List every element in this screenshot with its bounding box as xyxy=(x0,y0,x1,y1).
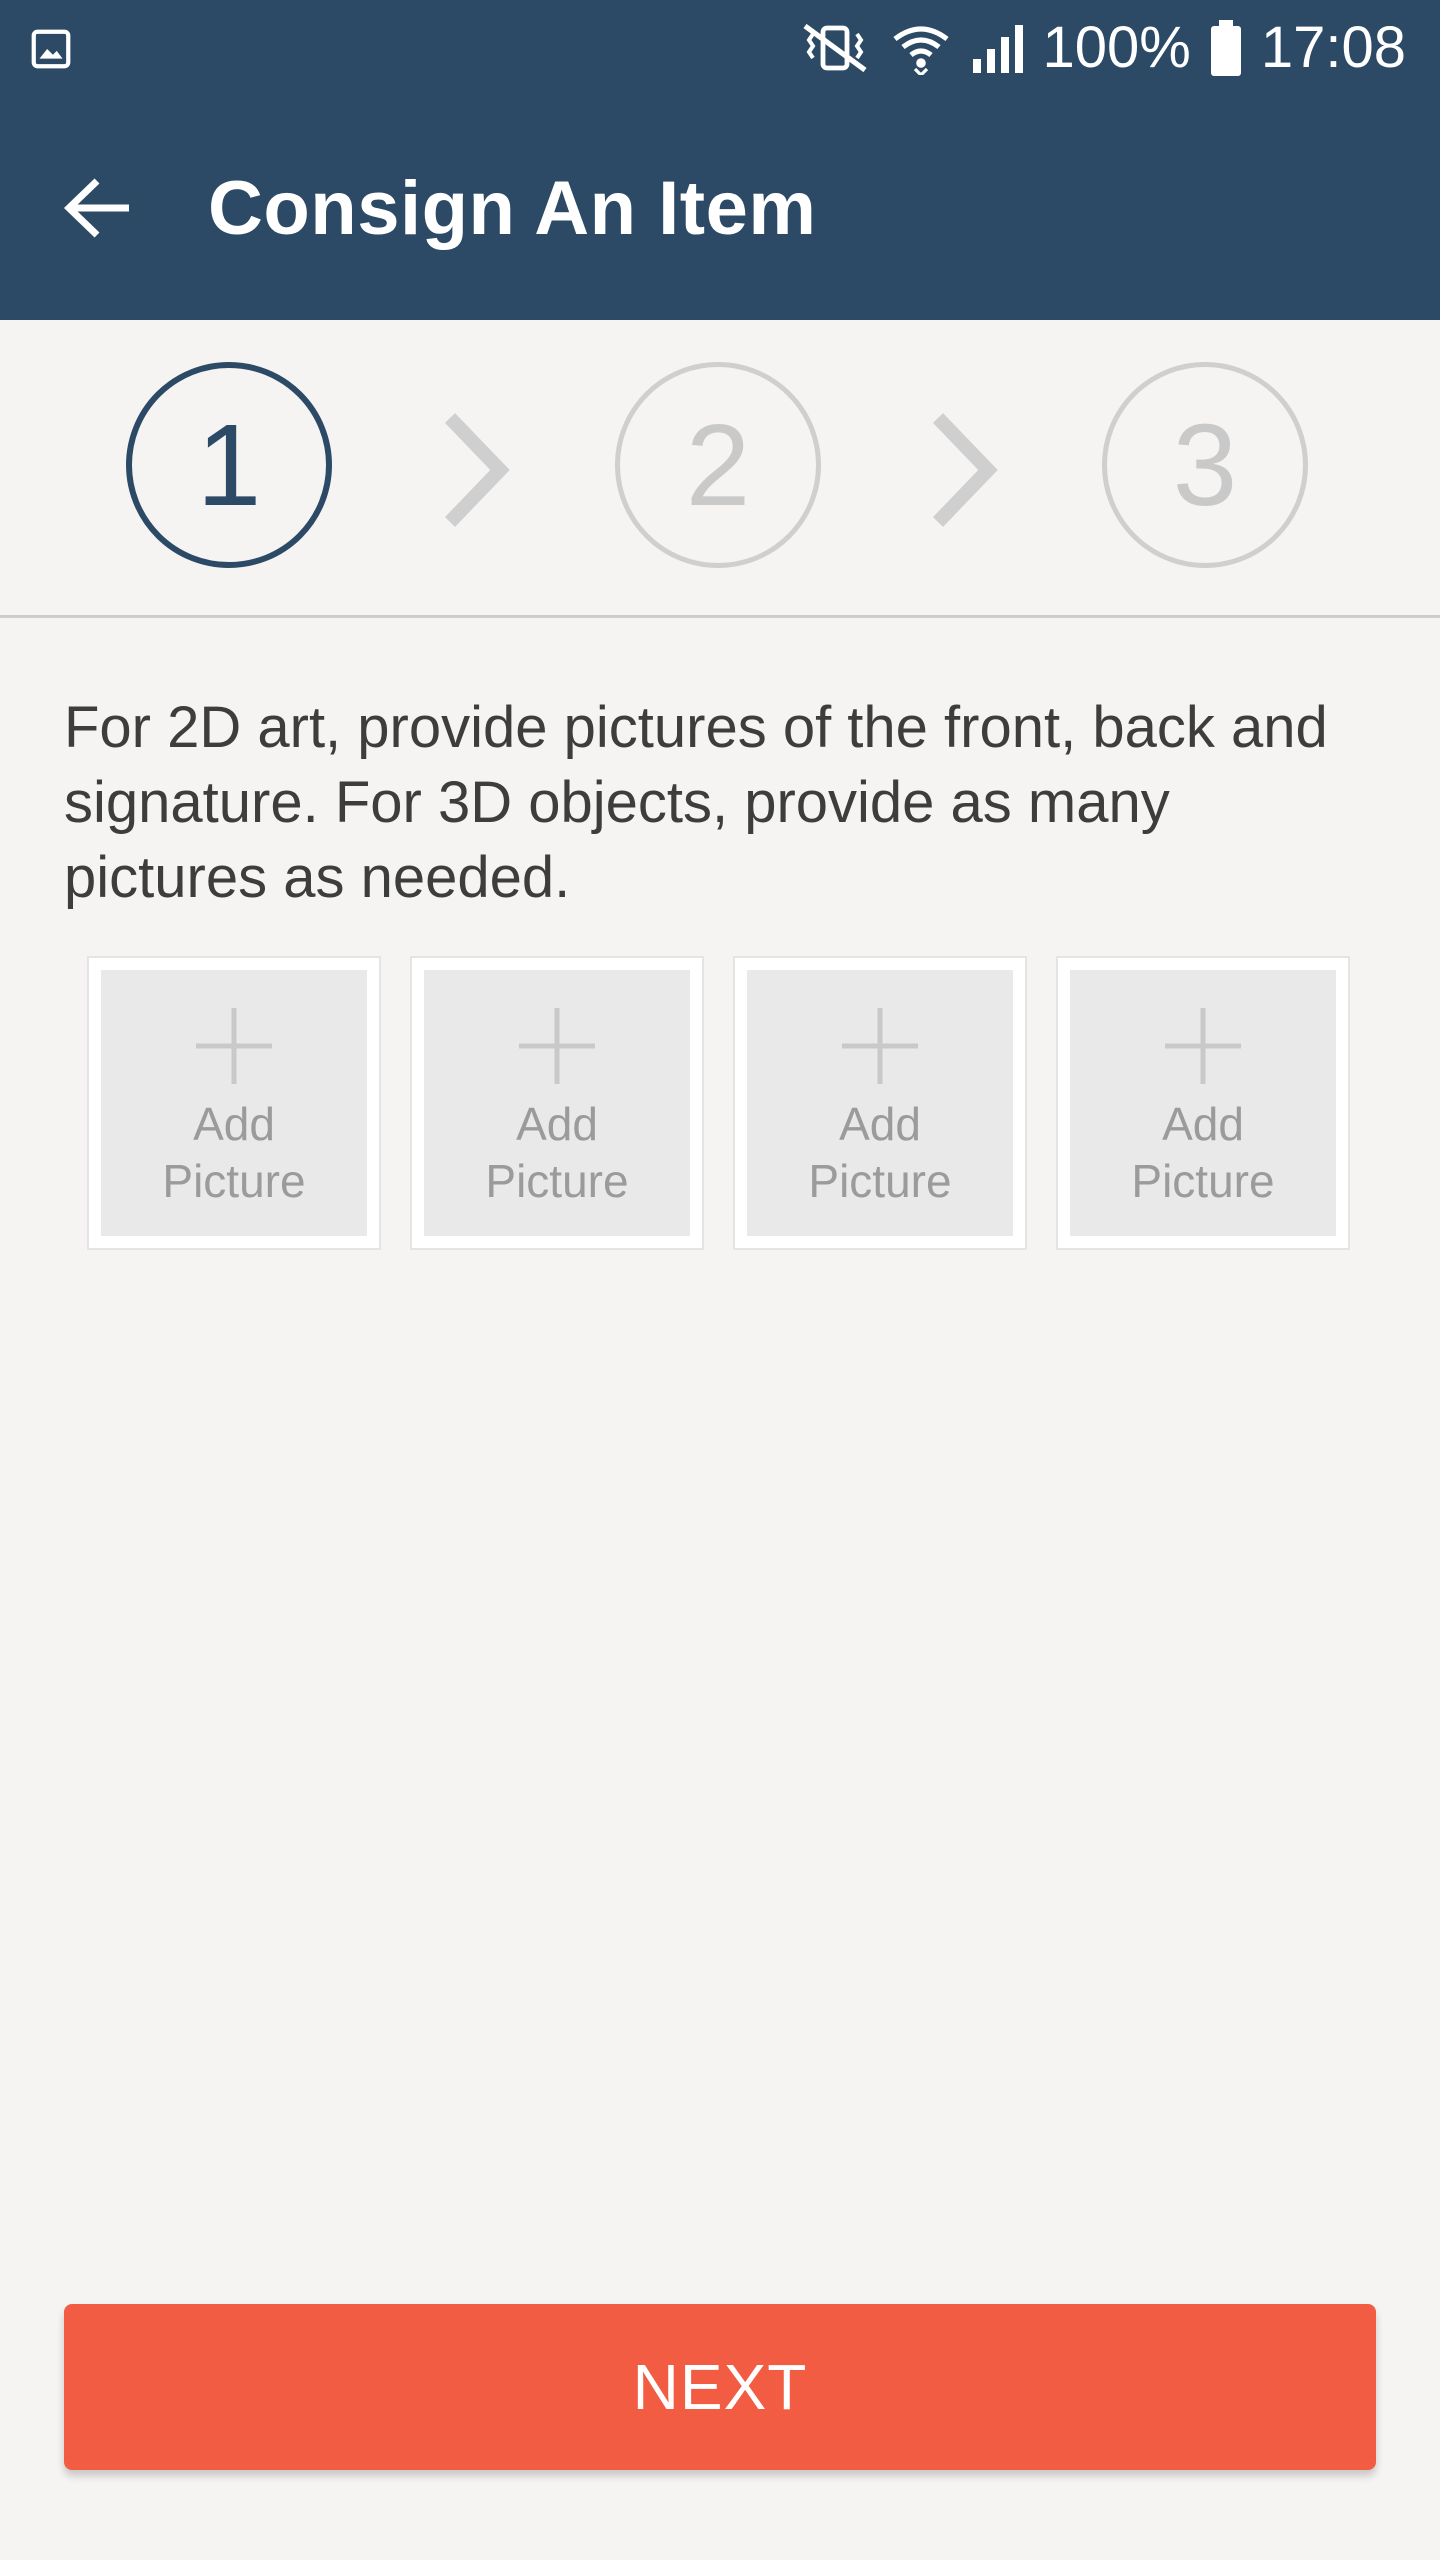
battery-icon xyxy=(1210,20,1241,76)
clock: 17:08 xyxy=(1260,15,1406,80)
picture-placeholder: Add Picture xyxy=(424,970,690,1236)
signal-icon xyxy=(972,25,1023,73)
add-picture-button[interactable]: Add Picture xyxy=(733,956,1027,1250)
add-picture-label: Add Picture xyxy=(485,1098,629,1207)
add-picture-button[interactable]: Add Picture xyxy=(410,956,704,1250)
instructions-text: For 2D art, provide pictures of the fron… xyxy=(64,695,1328,910)
chevron-right-icon xyxy=(932,413,998,527)
step-3: 3 xyxy=(1102,362,1308,568)
arrow-back-icon xyxy=(63,178,129,238)
plus-icon xyxy=(196,1008,272,1084)
picture-placeholder: Add Picture xyxy=(1070,970,1336,1236)
plus-icon xyxy=(519,1008,595,1084)
battery-percent: 100% xyxy=(1042,15,1191,80)
status-bar: 100% 17:08 xyxy=(0,0,1440,96)
page-title: Consign An Item xyxy=(208,165,817,251)
picture-placeholder: Add Picture xyxy=(747,970,1013,1236)
plus-icon xyxy=(842,1008,918,1084)
divider xyxy=(0,615,1440,618)
add-picture-label: Add Picture xyxy=(162,1098,306,1207)
plus-icon xyxy=(1165,1008,1241,1084)
wifi-icon xyxy=(892,26,949,75)
next-button[interactable]: NEXT xyxy=(64,2304,1376,2470)
status-icons: 100% 17:08 xyxy=(797,0,1406,96)
add-picture-button[interactable]: Add Picture xyxy=(87,956,381,1250)
back-button[interactable] xyxy=(38,148,158,268)
add-picture-label: Add Picture xyxy=(1131,1098,1275,1207)
step-2: 2 xyxy=(615,362,821,568)
chevron-right-icon xyxy=(444,413,510,527)
stepper: 1 2 3 xyxy=(0,320,1440,616)
gallery-icon xyxy=(31,29,71,69)
add-picture-button[interactable]: Add Picture xyxy=(1056,956,1350,1250)
step-1: 1 xyxy=(126,362,332,568)
add-picture-label: Add Picture xyxy=(808,1098,952,1207)
mute-vibrate-icon xyxy=(802,23,867,73)
picture-placeholder: Add Picture xyxy=(101,970,367,1236)
app-bar: Consign An Item xyxy=(0,96,1440,320)
